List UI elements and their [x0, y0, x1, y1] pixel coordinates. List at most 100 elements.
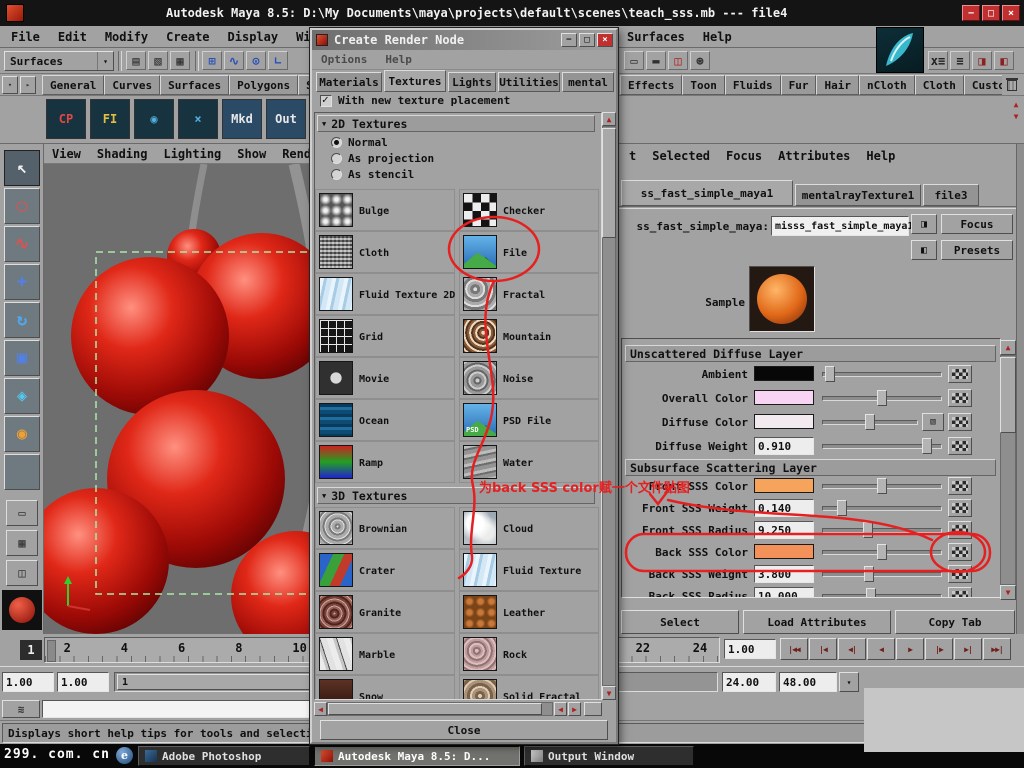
shelf-cp-icon[interactable]: CP — [46, 99, 86, 139]
minimize-button[interactable]: − — [962, 5, 980, 21]
layout-split-pane-button[interactable]: ◫ — [6, 560, 38, 586]
texture-item-crater[interactable]: Crater — [315, 549, 455, 591]
ae-menu-help[interactable]: Help — [858, 146, 903, 166]
dialog-tab-lights[interactable]: Lights — [448, 72, 496, 92]
texture-item-snow[interactable]: Snow — [315, 675, 455, 699]
layout-four-pane-button[interactable]: ▦ — [6, 530, 38, 556]
menu-create[interactable]: Create — [157, 26, 218, 47]
save-scene-icon[interactable]: ▦ — [170, 51, 190, 70]
shelf-tab-toon[interactable]: Toon — [682, 75, 725, 95]
dialog-maximize-button[interactable]: □ — [579, 33, 595, 47]
back-sss-radius-map-button[interactable] — [948, 587, 972, 597]
render-current-frame-icon[interactable]: ▬ — [646, 51, 666, 70]
render-settings-icon[interactable]: ⊛ — [690, 51, 710, 70]
menu-set-dropdown[interactable]: Surfaces ▾ — [4, 51, 114, 71]
step-back-key-button[interactable]: ◀| — [838, 638, 866, 660]
texture-item-fractal[interactable]: Fractal — [459, 273, 599, 315]
soft-mod-tool[interactable]: ◉ — [4, 416, 40, 452]
shelf-menu-icon[interactable]: ▾ — [2, 76, 18, 94]
shelf-tab-ncloth[interactable]: nCloth — [858, 75, 915, 95]
current-time-marker[interactable] — [47, 640, 56, 662]
menu-modify[interactable]: Modify — [96, 26, 157, 47]
texture-item-grid[interactable]: Grid — [315, 315, 455, 357]
window-titlebar[interactable]: Autodesk Maya 8.5: D:\My Documents\maya\… — [0, 0, 1024, 26]
animation-end-field[interactable]: 48.00 — [779, 672, 837, 692]
diffuse-color-swatch[interactable] — [754, 414, 814, 429]
focus-button[interactable]: Focus — [941, 214, 1013, 234]
shelf-tab-fluids[interactable]: Fluids — [724, 75, 781, 95]
scale-tool[interactable]: ▣ — [4, 340, 40, 376]
back-sss-weight-field[interactable]: 3.800 — [754, 565, 814, 583]
snap-to-curve-icon[interactable]: ∿ — [224, 51, 244, 70]
ae-tab-mentalraytexture1[interactable]: mentalrayTexture1 — [795, 184, 921, 206]
shelf-switch-icon[interactable]: ▸ — [20, 76, 36, 94]
ae-scroll-down-button[interactable]: ▼ — [1000, 585, 1016, 600]
texture-item-water[interactable]: Water — [459, 441, 599, 483]
menu-file[interactable]: File — [2, 26, 49, 47]
texture-item-noise[interactable]: Noise — [459, 357, 599, 399]
playback-start-field[interactable]: 1.00 — [2, 672, 54, 692]
texture-item-brownian[interactable]: Brownian — [315, 507, 455, 549]
texture-item-mountain[interactable]: Mountain — [459, 315, 599, 357]
texture-item-rock[interactable]: Rock — [459, 633, 599, 675]
load-attributes-button[interactable]: Load Attributes — [743, 610, 891, 634]
animation-start-field[interactable]: 1.00 — [57, 672, 109, 692]
texture-item-solid-fractal[interactable]: Solid Fractal — [459, 675, 599, 699]
maximize-button[interactable]: □ — [982, 5, 1000, 21]
snap-to-point-icon[interactable]: ⊙ — [246, 51, 266, 70]
shelf-fi-icon[interactable]: FI — [90, 99, 130, 139]
texture-item-file[interactable]: File — [459, 231, 599, 273]
front-sss-weight-slider-handle[interactable] — [837, 500, 847, 516]
front-sss-radius-slider-handle[interactable] — [863, 522, 873, 538]
attribute-editor-toggle-icon[interactable]: ◧ — [994, 51, 1014, 70]
back-sss-weight-slider-handle[interactable] — [864, 566, 874, 582]
layout-single-pane-button[interactable]: ▭ — [6, 500, 38, 526]
dialog-vscrollbar-thumb[interactable] — [602, 128, 616, 238]
step-forward-key-button[interactable]: |▶ — [925, 638, 953, 660]
texture-placement-checkbox[interactable] — [320, 93, 332, 107]
ie-quicklaunch-icon[interactable]: e — [116, 747, 133, 764]
dialog-menu-options[interactable]: Options — [312, 50, 376, 69]
shelf-sphere-icon[interactable]: ◉ — [134, 99, 174, 139]
menu-help[interactable]: Help — [694, 26, 741, 47]
front-sss-color-map-button[interactable] — [948, 477, 972, 495]
taskbar-output-button[interactable]: Output Window — [524, 746, 694, 766]
shelf-mkd-icon[interactable]: Mkd — [222, 99, 262, 139]
presets-button[interactable]: Presets — [941, 240, 1013, 260]
snap-to-plane-icon[interactable]: ∟ — [268, 51, 288, 70]
shelf-x-icon[interactable]: × — [178, 99, 218, 139]
lasso-select-tool[interactable]: ◯ — [4, 188, 40, 224]
render-view-icon[interactable]: ▭ — [624, 51, 644, 70]
ae-tab-ss-fast-simple-maya1[interactable]: ss_fast_simple_maya1 — [621, 180, 793, 206]
menu-surfaces[interactable]: Surfaces — [618, 26, 694, 47]
ambient-slider-handle[interactable] — [825, 366, 835, 382]
playback-end-field[interactable]: 24.00 — [722, 672, 776, 692]
ae-tab-file3[interactable]: file3 — [923, 184, 979, 206]
step-back-frame-button[interactable]: |◀ — [809, 638, 837, 660]
ae-scrollbar-thumb[interactable] — [1000, 357, 1016, 433]
ae-scroll-up-button[interactable]: ▲ — [1000, 340, 1016, 355]
front-sss-weight-map-button[interactable] — [948, 499, 972, 517]
texture-item-checker[interactable]: Checker — [459, 189, 599, 231]
diffuse-weight-slider-handle[interactable] — [922, 438, 932, 454]
shelf-tab-cloth[interactable]: Cloth — [914, 75, 964, 95]
dialog-titlebar[interactable]: Create Render Node − □ × — [312, 30, 616, 50]
texture-item-marble[interactable]: Marble — [315, 633, 455, 675]
dialog-scroll-left-button[interactable]: ◀ — [314, 702, 327, 716]
dialog-close-button[interactable]: × — [597, 33, 613, 47]
overall-color-slider-handle[interactable] — [877, 390, 887, 406]
close-button[interactable]: × — [1002, 5, 1020, 21]
dialog-scroll-up-button[interactable]: ▲ — [602, 112, 616, 126]
diffuse-color-shared-button[interactable]: ▧ — [922, 413, 944, 431]
open-scene-icon[interactable]: ▧ — [148, 51, 168, 70]
taskbar-photoshop-button[interactable]: Adobe Photoshop — [138, 746, 310, 766]
current-time-field[interactable]: 1.00 — [724, 639, 776, 659]
radio-normal[interactable]: Normal — [331, 135, 388, 149]
shelf-tab-fur[interactable]: Fur — [780, 75, 817, 95]
scroll-up-icon[interactable]: ▲ — [1014, 100, 1019, 109]
back-sss-radius-slider-handle[interactable] — [866, 588, 876, 597]
show-input-connections-button[interactable]: ◨ — [911, 214, 937, 234]
dialog-tab-textures[interactable]: Textures — [384, 70, 446, 92]
back-sss-radius-field[interactable]: 10.000 — [754, 587, 814, 597]
step-forward-frame-button[interactable]: ▶| — [954, 638, 982, 660]
